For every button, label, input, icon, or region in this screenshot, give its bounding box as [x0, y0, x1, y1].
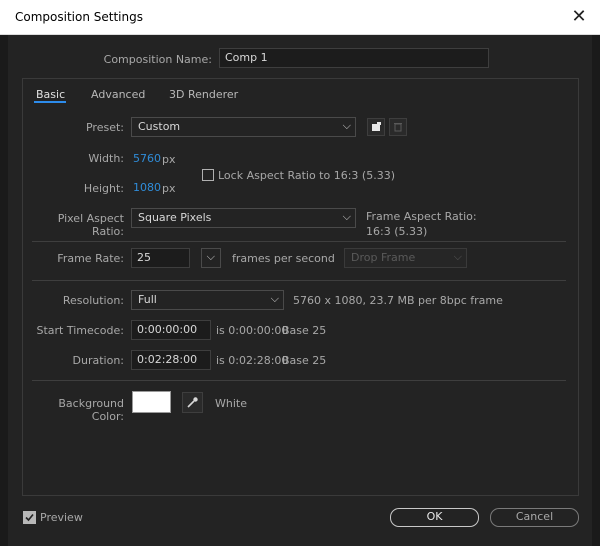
background-window-edge-left	[0, 35, 8, 546]
resolution-label: Resolution:	[62, 294, 124, 307]
tab-basic[interactable]: Basic	[36, 88, 65, 101]
frame-rate-unit: frames per second	[232, 252, 335, 265]
active-tab-indicator	[34, 101, 66, 103]
pixel-aspect-select[interactable]: Square Pixels ⌵	[131, 208, 356, 228]
preview-label: Preview	[40, 511, 83, 524]
lock-aspect-checkbox[interactable]	[202, 169, 214, 181]
tab-3d-renderer[interactable]: 3D Renderer	[169, 88, 238, 101]
divider	[32, 380, 566, 381]
chevron-down-icon: ⌵	[342, 210, 351, 223]
preset-label: Preset:	[85, 121, 124, 134]
close-icon[interactable]: ✕	[566, 4, 592, 30]
height-value[interactable]: 1080	[133, 181, 161, 194]
divider	[32, 280, 566, 281]
chevron-down-icon: ⌵	[270, 292, 279, 305]
tab-advanced[interactable]: Advanced	[91, 88, 145, 101]
lock-aspect-label: Lock Aspect Ratio to 16:3 (5.33)	[218, 169, 395, 182]
drop-frame-select: Drop Frame ⌵	[344, 248, 467, 268]
settings-panel	[22, 78, 579, 496]
frame-aspect-value: 16:3 (5.33)	[366, 225, 428, 238]
width-unit: px	[162, 153, 176, 166]
background-window-edge	[592, 35, 600, 546]
width-value[interactable]: 5760	[133, 152, 161, 165]
preset-select[interactable]: Custom ⌵	[131, 117, 356, 137]
preset-value: Custom	[138, 120, 181, 133]
resolution-value: Full	[138, 293, 157, 306]
title-bar: Composition Settings ✕	[0, 0, 600, 35]
frame-aspect-label: Frame Aspect Ratio:	[366, 210, 477, 223]
duration-input[interactable]: 0:02:28:00	[131, 350, 211, 370]
resolution-info: 5760 x 1080, 23.7 MB per 8bpc frame	[293, 294, 503, 307]
start-timecode-base: Base 25	[282, 324, 327, 337]
save-preset-icon[interactable]	[367, 118, 385, 136]
frame-rate-label: Frame Rate:	[57, 252, 124, 265]
cancel-button[interactable]: Cancel	[490, 508, 579, 527]
trash-icon[interactable]	[389, 118, 407, 136]
window-title: Composition Settings	[15, 10, 143, 24]
resolution-select[interactable]: Full ⌵	[131, 290, 284, 310]
background-color-label: Background Color:	[58, 397, 124, 423]
ok-button[interactable]: OK	[390, 508, 479, 527]
duration-label: Duration:	[72, 354, 124, 367]
divider	[32, 241, 566, 242]
background-color-swatch[interactable]	[132, 391, 171, 413]
composition-name-label: Composition Name:	[103, 53, 212, 66]
pixel-aspect-value: Square Pixels	[138, 211, 212, 224]
chevron-down-icon: ⌵	[206, 250, 215, 263]
pixel-aspect-label: Pixel Aspect Ratio:	[57, 212, 124, 238]
start-timecode-equiv: is 0:00:00:00	[216, 324, 289, 337]
duration-base: Base 25	[282, 354, 327, 367]
composition-name-input[interactable]: Comp 1	[219, 48, 489, 68]
preview-checkbox[interactable]	[23, 511, 36, 524]
drop-frame-value: Drop Frame	[351, 251, 416, 264]
height-label: Height:	[83, 182, 124, 195]
background-color-name: White	[215, 397, 247, 410]
height-unit: px	[162, 182, 176, 195]
frame-rate-dropdown[interactable]: ⌵	[201, 248, 221, 268]
chevron-down-icon: ⌵	[342, 119, 351, 132]
duration-equiv: is 0:02:28:00	[216, 354, 289, 367]
width-label: Width:	[88, 152, 124, 165]
start-timecode-label: Start Timecode:	[36, 324, 124, 337]
eyedropper-icon[interactable]	[182, 392, 203, 413]
frame-rate-input[interactable]: 25	[131, 248, 190, 268]
start-timecode-input[interactable]: 0:00:00:00	[131, 320, 211, 340]
chevron-down-icon: ⌵	[453, 250, 462, 263]
